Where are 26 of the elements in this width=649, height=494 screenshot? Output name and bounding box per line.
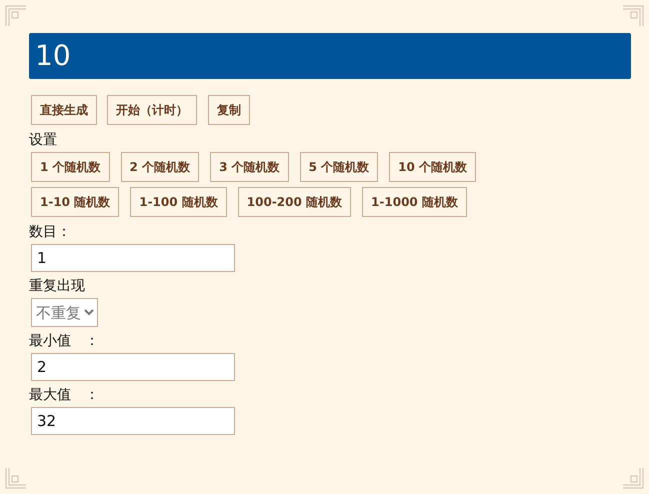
action-button[interactable]: 复制 — [208, 95, 250, 125]
input-field[interactable]: 32 — [31, 407, 235, 435]
input-field[interactable]: 1 — [31, 244, 235, 272]
preset-button[interactable]: 10 个随机数 — [389, 152, 476, 182]
settings-label: 设置 — [29, 131, 58, 150]
preset-button[interactable]: 1-100 随机数 — [130, 187, 227, 217]
repeat-select[interactable]: 不重复 — [31, 298, 98, 327]
preset-button[interactable]: 3 个随机数 — [210, 152, 289, 182]
preset-button[interactable]: 5 个随机数 — [300, 152, 378, 182]
preset-button[interactable]: 1 个随机数 — [31, 152, 110, 182]
field-label: 数目： — [29, 223, 72, 242]
preset-button[interactable]: 1-10 随机数 — [31, 187, 120, 217]
field-label: 最小值 ： — [29, 332, 100, 351]
input-field[interactable]: 2 — [31, 353, 235, 381]
corner-ornament-icon — [621, 466, 645, 490]
preset-button[interactable]: 1-1000 随机数 — [362, 187, 467, 217]
field-label: 最大值 ： — [29, 386, 100, 405]
action-button[interactable]: 直接生成 — [31, 95, 97, 125]
preset-button[interactable]: 100-200 随机数 — [238, 187, 352, 217]
preset-button[interactable]: 2 个随机数 — [120, 152, 200, 182]
corner-ornament-icon — [4, 466, 28, 490]
field-label: 重复出现 — [29, 277, 86, 296]
result-display: 10 — [29, 33, 631, 79]
action-button[interactable]: 开始（计时） — [107, 95, 197, 125]
corner-ornament-icon — [4, 4, 28, 28]
corner-ornament-icon — [621, 4, 645, 28]
